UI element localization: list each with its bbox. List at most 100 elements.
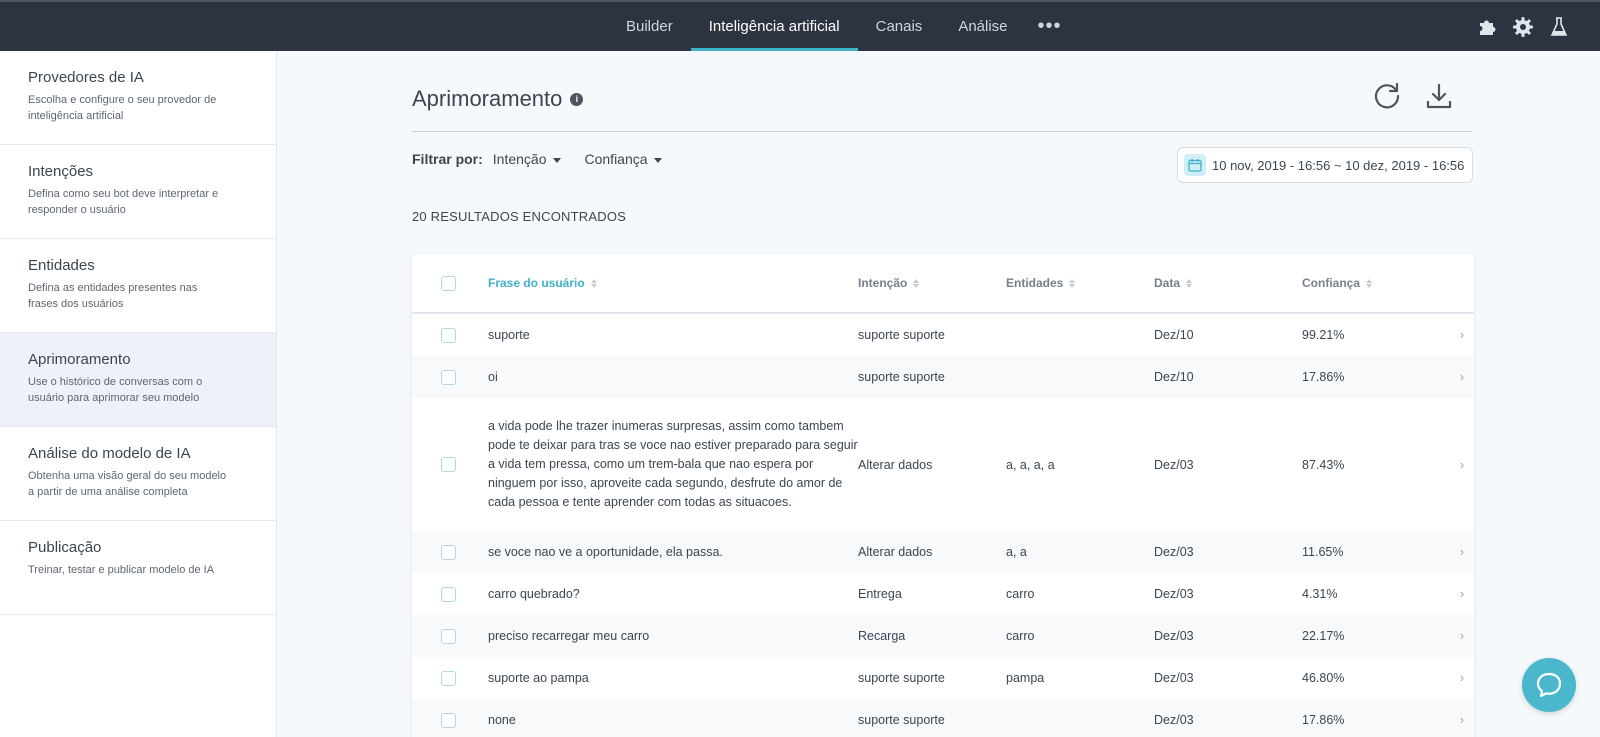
caret-down-icon	[653, 157, 662, 163]
cell-data: Dez/03	[1154, 629, 1194, 643]
cell-entidades: a, a, a, a	[1006, 457, 1055, 472]
chevron-right-icon[interactable]: ›	[1452, 370, 1472, 384]
sidebar-item-title: Entidades	[28, 257, 95, 274]
sidebar-item-desc: Defina como seu bot deve interpretar e r…	[28, 188, 219, 216]
cell-data: Dez/03	[1154, 545, 1194, 559]
cell-confianca: 22.17%	[1302, 629, 1345, 643]
cell-entidades: carro	[1006, 587, 1035, 601]
filter-confianca-dropdown[interactable]: Confiança	[585, 151, 662, 167]
filter-intencao-label: Intenção	[492, 151, 547, 167]
filter-confianca-label: Confiança	[584, 151, 648, 167]
row-checkbox[interactable]	[441, 670, 456, 686]
table-row[interactable]: preciso recarregar meu carro Recarga car…	[412, 615, 1474, 657]
chevron-right-icon[interactable]: ›	[1452, 671, 1472, 685]
row-checkbox[interactable]	[441, 544, 456, 560]
cell-entidades: a, a	[1006, 545, 1027, 559]
date-range-picker[interactable]: 10 nov, 2019 - 16:56 ~ 10 dez, 2019 - 16…	[1177, 147, 1473, 183]
sort-icon	[913, 278, 920, 288]
flask-icon[interactable]	[1548, 16, 1570, 38]
cell-intencao: suporte suporte	[858, 671, 945, 685]
table-row[interactable]: a vida pode lhe trazer inumeras surpresa…	[412, 398, 1474, 531]
header-actions	[1372, 81, 1454, 111]
download-icon[interactable]	[1424, 81, 1454, 111]
cell-frase: carro quebrado?	[488, 586, 580, 601]
sidebar-item-intencoes[interactable]: Intenções Defina como seu bot deve inter…	[0, 145, 276, 239]
row-checkbox[interactable]	[441, 628, 456, 644]
table-row[interactable]: suporte suporte suporte Dez/10 99.21% ›	[412, 314, 1474, 356]
nav-analise[interactable]: Análise	[940, 2, 1025, 51]
col-data-label: Data	[1154, 276, 1181, 290]
row-checkbox[interactable]	[441, 327, 456, 343]
chevron-right-icon[interactable]: ›	[1452, 328, 1472, 342]
cell-confianca: 17.86%	[1302, 713, 1345, 727]
nav-builder[interactable]: Builder	[608, 2, 691, 51]
gear-icon[interactable]	[1512, 16, 1534, 38]
page-title: Aprimoramento	[412, 86, 563, 111]
select-all-cell	[412, 275, 488, 291]
sort-icon	[1069, 278, 1076, 288]
cell-data: Dez/03	[1154, 713, 1194, 727]
col-intencao-header[interactable]: Intenção	[858, 276, 1006, 290]
sidebar-item-title: Provedores de IA	[28, 69, 144, 86]
row-checkbox-cell	[412, 544, 488, 560]
cell-frase: preciso recarregar meu carro	[488, 628, 650, 643]
chevron-right-icon[interactable]: ›	[1452, 458, 1472, 472]
filter-intencao-dropdown[interactable]: Intenção	[493, 151, 561, 167]
sidebar-item-analise-modelo[interactable]: Análise do modelo de IA Obtenha uma visã…	[0, 427, 276, 521]
filter-label: Filtrar por:	[412, 151, 483, 167]
cell-confianca: 4.31%	[1302, 587, 1338, 601]
sidebar-item-aprimoramento[interactable]: Aprimoramento Use o histórico de convers…	[0, 333, 276, 427]
cell-frase: none	[488, 712, 516, 727]
main-nav: Builder Inteligência artificial Canais A…	[608, 2, 1074, 51]
sidebar-item-title: Aprimoramento	[28, 351, 131, 368]
filters-bar: Filtrar por: Intenção Confiança	[412, 151, 686, 167]
row-checkbox[interactable]	[441, 586, 456, 602]
col-data-header[interactable]: Data	[1154, 276, 1302, 290]
table-row[interactable]: suporte ao pampa suporte suporte pampa D…	[412, 657, 1474, 699]
row-checkbox-cell	[412, 327, 488, 343]
col-frase-header[interactable]: Frase do usuário	[488, 274, 858, 293]
cell-intencao: suporte suporte	[858, 713, 945, 727]
table-row[interactable]: se voce nao ve a oportunidade, ela passa…	[412, 531, 1474, 573]
cell-intencao: Recarga	[858, 629, 906, 643]
sidebar-item-desc: Use o histórico de conversas com o usuár…	[28, 376, 203, 404]
chevron-right-icon[interactable]: ›	[1452, 629, 1472, 643]
refresh-icon[interactable]	[1372, 81, 1402, 111]
col-frase-label: Frase do usuário	[488, 275, 585, 290]
row-checkbox-cell	[412, 586, 488, 602]
select-all-checkbox[interactable]	[441, 275, 456, 291]
info-icon[interactable]: i	[570, 92, 584, 106]
table-header: Frase do usuário Intenção Entidades Data…	[412, 254, 1474, 314]
sidebar-item-title: Intenções	[28, 163, 94, 180]
sidebar-item-provedores[interactable]: Provedores de IA Escolha e configure o s…	[0, 51, 276, 145]
nav-canais[interactable]: Canais	[858, 2, 941, 51]
row-checkbox[interactable]	[441, 712, 456, 728]
row-checkbox-cell	[412, 628, 488, 644]
row-checkbox[interactable]	[441, 369, 456, 385]
cell-confianca: 99.21%	[1302, 328, 1345, 342]
table-row[interactable]: none suporte suporte Dez/03 17.86% ›	[412, 699, 1474, 737]
sidebar-item-desc: Obtenha uma visão geral do seu modelo a …	[28, 470, 227, 498]
title-divider	[412, 131, 1472, 132]
chevron-right-icon[interactable]: ›	[1452, 545, 1472, 559]
row-checkbox-cell	[412, 712, 488, 728]
table-row[interactable]: oi suporte suporte Dez/10 17.86% ›	[412, 356, 1474, 398]
chevron-right-icon[interactable]: ›	[1452, 587, 1472, 601]
table-row[interactable]: carro quebrado? Entrega carro Dez/03 4.3…	[412, 573, 1474, 615]
row-checkbox[interactable]	[441, 457, 456, 472]
col-entidades-header[interactable]: Entidades	[1006, 276, 1154, 290]
chevron-right-icon[interactable]: ›	[1452, 713, 1472, 727]
puzzle-icon[interactable]	[1476, 16, 1498, 38]
sidebar: Provedores de IA Escolha e configure o s…	[0, 51, 277, 737]
sidebar-item-title: Publicação	[28, 539, 102, 556]
chat-support-button[interactable]	[1522, 658, 1576, 712]
sidebar-item-entidades[interactable]: Entidades Defina as entidades presentes …	[0, 239, 276, 333]
sidebar-item-desc: Treinar, testar e publicar modelo de IA	[28, 564, 215, 576]
sidebar-item-publicacao[interactable]: Publicação Treinar, testar e publicar mo…	[0, 521, 276, 615]
more-options-icon[interactable]: •••	[1026, 2, 1074, 51]
sidebar-item-desc: Defina as entidades presentes nas frases…	[28, 282, 198, 310]
col-confianca-label: Confiança	[1302, 276, 1361, 290]
col-confianca-header[interactable]: Confiança	[1302, 276, 1452, 290]
cell-data: Dez/03	[1154, 457, 1194, 472]
nav-inteligencia-artificial[interactable]: Inteligência artificial	[690, 2, 858, 51]
